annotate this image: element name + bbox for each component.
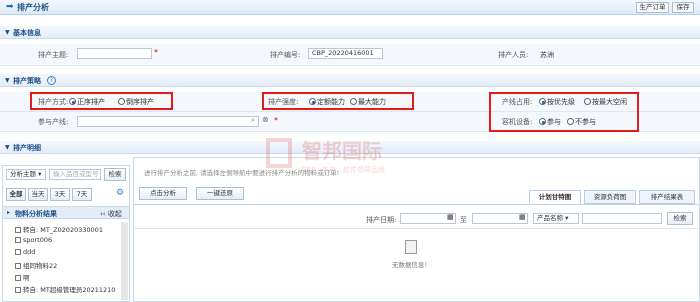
filter-3days[interactable]: 3天 [50, 188, 70, 201]
code-input[interactable]: CBP_20220416001 [308, 48, 383, 59]
analyze-button[interactable]: 点击分析 [139, 187, 187, 200]
filter-input[interactable]: 输入品目或型号 [49, 169, 101, 180]
highlight-box [30, 92, 173, 110]
detail-header[interactable]: ▼ 排产明细 [0, 141, 700, 154]
search-button[interactable]: 检索 [104, 168, 126, 181]
filter-all[interactable]: 全部 [6, 188, 26, 201]
settings-icon[interactable]: ⚙ [116, 188, 124, 198]
strategy-header[interactable]: ▼ 排产策略 ? [0, 74, 700, 87]
basic-info-title: 基本信息 [13, 29, 41, 37]
basic-info-row: 排产主题: * 排产编号: CBP_20220416001 排产人员: 苏洲 [0, 44, 700, 66]
save-button[interactable]: 保存 [672, 2, 694, 13]
scrollbar[interactable] [121, 222, 128, 300]
empty-doc-icon [405, 240, 417, 254]
tree-header: ▸ 物料分析结果 ‹‹ 收起 [3, 206, 129, 219]
analysis-select[interactable]: 分析主题 ▾ [6, 169, 46, 180]
page-title: 排产分析 [17, 3, 49, 12]
tree-item[interactable]: ddd [15, 248, 35, 256]
highlight-box [489, 92, 639, 132]
line-param-label: 参与产线: [38, 118, 69, 126]
clear-icon[interactable]: ⊗ [262, 115, 269, 124]
tree-toggle-icon[interactable]: ▸ [7, 209, 10, 216]
required-marker: * [274, 116, 278, 125]
detail-title: 排产明细 [13, 144, 41, 152]
right-panel: 进行排产分析之前, 请选择左侧导航中要进行排产分析的物料或订单! 点击分析 一键… [133, 157, 700, 302]
divider [134, 204, 699, 205]
product-input[interactable] [582, 213, 662, 224]
arrow-right-icon: ➡ [6, 2, 14, 12]
code-label: 排产编号: [270, 51, 301, 59]
date-label: 排产日期: [366, 216, 397, 224]
left-panel: 分析主题 ▾ 输入品目或型号 检索 全部 当天 3天 7天 ⚙ ▸ 物料分析结果… [2, 165, 130, 302]
collapse-link[interactable]: ‹‹ 收起 [100, 209, 122, 219]
tab-result-table[interactable]: 排产结果表 [639, 190, 695, 204]
highlight-box [262, 92, 414, 110]
tree-item[interactable]: sport006 [15, 236, 52, 244]
production-order-button[interactable]: 生产订单 [636, 2, 669, 13]
filter-today[interactable]: 当天 [28, 188, 48, 201]
required-marker: * [154, 48, 158, 57]
product-select[interactable]: 产品名称 ▾ [533, 213, 579, 224]
person-label: 排产人员: [498, 51, 529, 59]
help-icon[interactable]: ? [47, 76, 56, 85]
topic-label: 排产主题: [38, 51, 69, 59]
collapse-triangle-icon: ▼ [5, 77, 10, 84]
tree-item[interactable]: 转自: MT超级管理员20211210 [15, 284, 115, 294]
hint-text: 进行排产分析之前, 请选择左侧导航中要进行排产分析的物料或订单! [144, 169, 340, 177]
collapse-triangle-icon: ▼ [5, 29, 10, 36]
line-param-input[interactable] [77, 116, 259, 127]
tree-item[interactable]: 转自: MT_Z02020330001 [15, 224, 103, 234]
tree-item[interactable]: 啊 [15, 272, 30, 282]
empty-message: 无数据信息! [392, 261, 428, 269]
strategy-title: 排产策略 [13, 77, 41, 85]
tree-item[interactable]: 组同物料22 [15, 260, 57, 270]
collapse-triangle-icon: ▼ [5, 144, 10, 151]
topic-input[interactable] [77, 48, 152, 59]
filter-7days[interactable]: 7天 [72, 188, 92, 201]
search-button[interactable]: 检索 [667, 212, 693, 225]
person-value: 苏洲 [540, 51, 554, 59]
date-to-label: 至 [460, 216, 467, 224]
calendar-icon[interactable]: ▦ [447, 213, 454, 221]
divider [134, 228, 699, 229]
tab-gantt[interactable]: 计划甘特图 [529, 190, 581, 204]
basic-info-header[interactable]: ▼ 基本信息 [0, 26, 700, 39]
tree-title: 物料分析结果 [15, 210, 57, 218]
top-bar: ➡ 排产分析 生产订单 保存 [0, 0, 700, 15]
search-icon[interactable]: ⌕ [251, 116, 255, 125]
tab-resource-load[interactable]: 资源负荷图 [584, 190, 636, 204]
calendar-icon[interactable]: ▦ [519, 213, 526, 221]
revert-button[interactable]: 一键还原 [196, 187, 244, 200]
